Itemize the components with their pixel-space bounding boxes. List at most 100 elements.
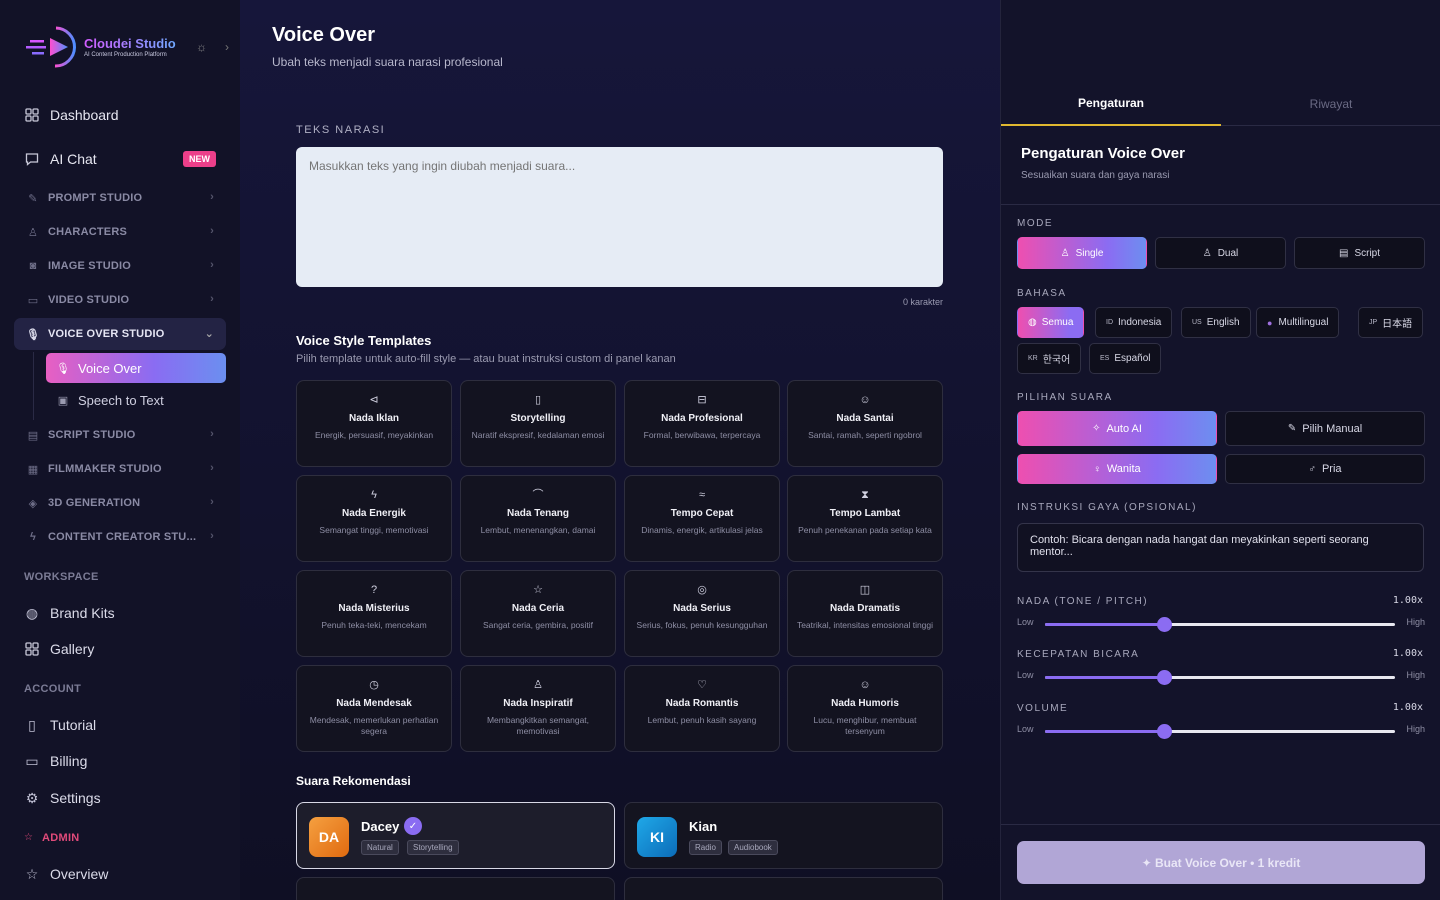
template-title: Storytelling [510, 413, 566, 424]
template-card-nada-romantis[interactable]: ♡ Nada Romantis Lembut, penuh kasih sayang [624, 665, 780, 752]
slider-track[interactable] [1045, 724, 1395, 739]
tab-riwayat[interactable]: Riwayat [1221, 82, 1440, 126]
speed-slider[interactable]: Low High [1017, 670, 1425, 685]
grid-icon [24, 107, 40, 123]
language-english-button[interactable]: US English [1181, 307, 1251, 338]
sidebar-item-brand-kits[interactable]: ◍ Brand Kits [14, 598, 226, 628]
sidebar-section-characters[interactable]: ♙ CHARACTERS › [14, 216, 226, 248]
doc-icon: ▤ [1338, 247, 1349, 259]
voice-choice-label: PILIHAN SUARA [1017, 392, 1113, 403]
slider-low-label: Low [1017, 670, 1034, 680]
slider-handle[interactable] [1157, 724, 1172, 739]
book-icon: ▯ [28, 716, 36, 733]
template-card-nada-dramatis[interactable]: ◫ Nada Dramatis Teatrikal, intensitas emos… [787, 570, 943, 657]
sidebar-item-ai-chat[interactable]: AI Chat NEW [14, 142, 226, 176]
language-semua-button[interactable]: ◍ Semua [1017, 307, 1085, 338]
sidebar-section-content-creator-studio[interactable]: ϟ CONTENT CREATOR STU... › [14, 521, 226, 553]
style-instruction-input[interactable]: Contoh: Bicara dengan nada hangat dan me… [1017, 523, 1424, 572]
mode-single-button[interactable]: ♙ Single [1017, 237, 1147, 269]
volume-slider[interactable]: Low High [1017, 724, 1425, 739]
bolt-icon: ϟ [371, 489, 377, 501]
template-card-nada-energik[interactable]: ϟ Nada Energik Semangat tinggi, memotivasi [296, 475, 452, 562]
slider-handle[interactable] [1157, 670, 1172, 685]
section-label: VOICE OVER STUDIO [48, 328, 165, 340]
sidebar-item-overview[interactable]: ☆ Overview [14, 859, 226, 889]
template-card-nada-iklan[interactable]: ⊲ Nada Iklan Energik, persuasif, meyakinka… [296, 380, 452, 467]
narration-label: TEKS NARASI [296, 124, 386, 136]
language-korean-button[interactable]: KR 한국어 [1017, 343, 1082, 374]
manual-select-button[interactable]: ✎ Pilih Manual [1225, 411, 1425, 446]
camera-icon: ◙ [29, 260, 37, 272]
language-japanese-button[interactable]: JP 日本語 [1358, 307, 1424, 338]
gender-male-button[interactable]: ♂ Pria [1225, 454, 1425, 484]
voice-card-partial[interactable] [296, 877, 615, 900]
slider-track[interactable] [1045, 617, 1395, 632]
pencil-icon: ✎ [1287, 423, 1297, 434]
film-icon: ▦ [27, 463, 39, 476]
button-label: Semua [1041, 317, 1074, 328]
template-card-nada-inspiratif[interactable]: ♙ Nada Inspiratif Membangkitkan semangat, … [460, 665, 616, 752]
mode-dual-button[interactable]: ♙ Dual [1155, 237, 1286, 269]
narration-textarea[interactable] [296, 147, 943, 287]
generate-voice-over-button[interactable]: ✦ Buat Voice Over • 1 kredit [1017, 841, 1425, 884]
sidebar-section-voice-over-studio[interactable]: 🎙 VOICE OVER STUDIO ⌄ [14, 318, 226, 350]
language-indonesia-button[interactable]: ID Indonesia [1095, 307, 1173, 338]
template-card-nada-profesional[interactable]: ⊟ Nada Profesional Formal, berwibawa, terp… [624, 380, 780, 467]
briefcase-icon: ⊟ [697, 394, 707, 406]
subitem-speech-to-text[interactable]: ▣ Speech to Text [46, 385, 226, 415]
theme-toggle-sun-icon[interactable]: ☼ [196, 41, 208, 53]
slider-handle[interactable] [1157, 617, 1172, 632]
sidebar-section-3d-generation[interactable]: ◈ 3D GENERATION › [14, 487, 226, 519]
voice-name: Kian [689, 819, 718, 834]
language-spanish-button[interactable]: ES Español [1089, 343, 1162, 374]
template-card-nada-santai[interactable]: ☺ Nada Santai Santai, ramah, seperti ngobr… [787, 380, 943, 467]
sidebar-item-settings[interactable]: ⚙ Settings [14, 783, 226, 813]
template-card-nada-ceria[interactable]: ☆ Nada Ceria Sangat ceria, gembira, positi… [460, 570, 616, 657]
auto-ai-button[interactable]: ✧ Auto AI [1017, 411, 1217, 446]
pitch-label: NADA (TONE / PITCH) [1017, 596, 1149, 607]
sidebar-section-video-studio[interactable]: ▭ VIDEO STUDIO › [14, 284, 226, 316]
voice-card-kian[interactable]: KI Kian Radio Audiobook [624, 802, 943, 869]
template-card-nada-humoris[interactable]: ☺ Nada Humoris Lucu, menghibur, membuat te… [787, 665, 943, 752]
mode-script-button[interactable]: ▤ Script [1294, 237, 1425, 269]
sidebar-item-gallery[interactable]: Gallery [14, 634, 226, 664]
chat-icon [24, 151, 40, 167]
voice-tag: Radio [689, 840, 722, 855]
template-card-tempo-cepat[interactable]: ≈ Tempo Cepat Dinamis, energik, artikulasi… [624, 475, 780, 562]
button-label: Wanita [1106, 463, 1141, 475]
template-title: Nada Ceria [511, 603, 565, 614]
collapse-sidebar-chevron-icon[interactable]: › [225, 41, 229, 53]
voice-card-partial[interactable] [624, 877, 943, 900]
panel-tabs: Pengaturan Riwayat [1001, 82, 1440, 126]
megaphone-icon: ⊲ [369, 394, 379, 406]
section-label: VIDEO STUDIO [48, 294, 130, 306]
slider-track[interactable] [1045, 670, 1395, 685]
tab-pengaturan[interactable]: Pengaturan [1001, 82, 1221, 126]
sidebar-section-image-studio[interactable]: ◙ IMAGE STUDIO › [14, 250, 226, 282]
globe-icon: ◍ [1028, 317, 1037, 328]
template-card-nada-mendesak[interactable]: ◷ Nada Mendesak Mendesak, memerlukan perha… [296, 665, 452, 752]
brand-logo[interactable]: Cloudei Studio AI Content Production Pla… [26, 24, 176, 70]
gender-female-button[interactable]: ♀ Wanita [1017, 454, 1217, 484]
template-card-nada-misterius[interactable]: ? Nada Misterius Penuh teka-teki, mencekam [296, 570, 452, 657]
template-card-nada-tenang[interactable]: ⌒ Nada Tenang Lembut, menenangkan, damai [460, 475, 616, 562]
sidebar-section-script-studio[interactable]: ▤ SCRIPT STUDIO › [14, 419, 226, 451]
chevron-right-icon: › [210, 191, 214, 203]
voice-tag: Audiobook [728, 840, 778, 855]
template-card-tempo-lambat[interactable]: ⧗ Tempo Lambat Penuh penekanan pada setiap… [787, 475, 943, 562]
subitem-voice-over[interactable]: 🎙 Voice Over [46, 353, 226, 383]
template-title: Nada Inspiratif [503, 698, 573, 709]
template-title: Nada Mendesak [336, 698, 412, 709]
chevron-right-icon: › [210, 293, 214, 305]
sidebar-section-filmmaker-studio[interactable]: ▦ FILMMAKER STUDIO › [14, 453, 226, 485]
sidebar-section-prompt-studio[interactable]: ✎ PROMPT STUDIO › [14, 182, 226, 214]
sidebar-item-dashboard[interactable]: Dashboard [14, 98, 226, 132]
template-card-storytelling[interactable]: ▯ Storytelling Naratif ekspresif, kedalama… [460, 380, 616, 467]
chevron-right-icon: › [210, 530, 214, 542]
sidebar-item-billing[interactable]: ▭ Billing [14, 746, 226, 776]
language-multilingual-button[interactable]: ● Multilingual [1256, 307, 1340, 338]
sidebar-item-tutorial[interactable]: ▯ Tutorial [14, 710, 226, 740]
template-card-nada-serius[interactable]: ◎ Nada Serius Serius, fokus, penuh kesungg… [624, 570, 780, 657]
voice-card-dacey[interactable]: DA Dacey ✓ Natural Storytelling [296, 802, 615, 869]
pitch-slider[interactable]: Low High [1017, 617, 1425, 632]
